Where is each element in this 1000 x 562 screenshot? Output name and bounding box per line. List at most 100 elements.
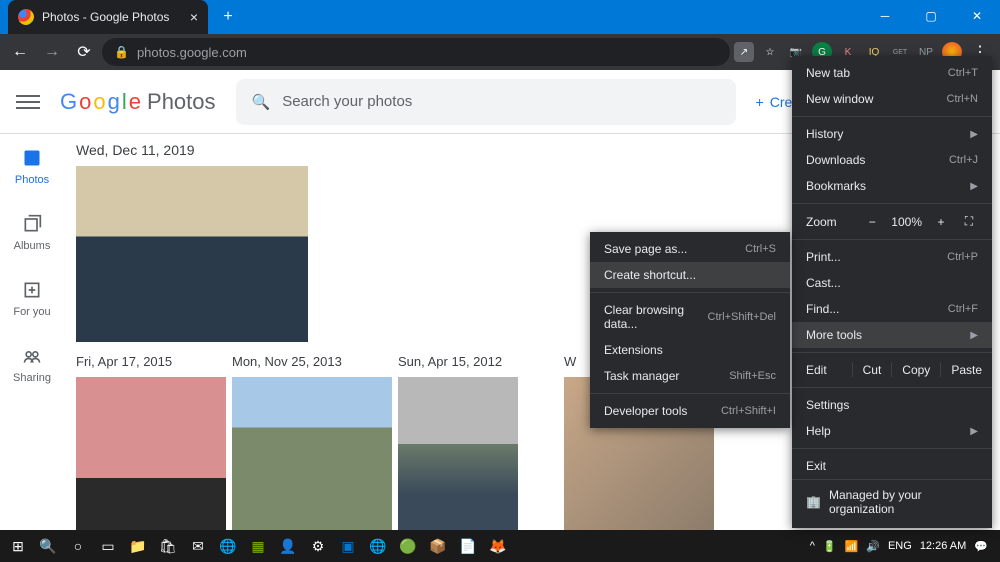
app-icon[interactable]: ▣: [334, 532, 362, 560]
main-menu-button[interactable]: [16, 90, 40, 114]
menu-downloads[interactable]: DownloadsCtrl+J: [792, 147, 992, 173]
explorer-icon[interactable]: 📁: [124, 532, 152, 560]
submenu-dev-tools[interactable]: Developer toolsCtrl+Shift+I: [590, 398, 790, 424]
submenu-clear-data[interactable]: Clear browsing data...Ctrl+Shift+Del: [590, 297, 790, 337]
tab-favicon: [18, 9, 34, 25]
clock[interactable]: 12:26 AM: [920, 540, 966, 552]
volume-icon[interactable]: 🔊: [866, 540, 880, 553]
share-icon[interactable]: ↗: [734, 42, 754, 62]
zoom-in-button[interactable]: +: [932, 215, 950, 229]
settings-icon[interactable]: ⚙: [304, 532, 332, 560]
window-controls: ─ ▢ ✕: [862, 0, 1000, 32]
docs-icon[interactable]: 📄: [454, 532, 482, 560]
firefox-icon[interactable]: 🦊: [484, 532, 512, 560]
sidebar-item-albums[interactable]: Albums: [0, 208, 64, 256]
sidebar-label: Sharing: [13, 372, 51, 384]
chrome-icon[interactable]: 🌐: [364, 532, 392, 560]
back-button[interactable]: ←: [6, 38, 34, 66]
url-field[interactable]: 🔒 photos.google.com: [102, 38, 730, 66]
photo-thumbnail[interactable]: [76, 166, 308, 342]
zoom-out-button[interactable]: −: [863, 215, 881, 229]
sidebar-item-foryou[interactable]: For you: [0, 274, 64, 322]
menu-new-tab[interactable]: New tabCtrl+T: [792, 60, 992, 86]
new-tab-button[interactable]: +: [214, 3, 242, 31]
submenu-save-page[interactable]: Save page as...Ctrl+S: [590, 236, 790, 262]
photos-icon: [20, 146, 44, 170]
photo-thumbnail[interactable]: [398, 377, 518, 530]
menu-history[interactable]: History▶: [792, 121, 992, 147]
edge-icon[interactable]: 🌐: [214, 532, 242, 560]
building-icon: 🏢: [806, 495, 821, 509]
search-button[interactable]: 🔍: [34, 532, 62, 560]
menu-exit[interactable]: Exit: [792, 453, 992, 479]
logo-text: Photos: [147, 89, 216, 115]
search-icon: 🔍: [252, 93, 271, 111]
date-header: Fri, Apr 17, 2015: [76, 354, 226, 369]
tray-up-icon[interactable]: ^: [810, 540, 815, 552]
bookmark-star-icon[interactable]: ☆: [760, 42, 780, 62]
browser-tab[interactable]: Photos - Google Photos ×: [8, 0, 208, 34]
menu-managed[interactable]: 🏢 Managed by your organization: [792, 479, 992, 524]
menu-paste[interactable]: Paste: [940, 363, 992, 377]
sidebar-label: For you: [13, 306, 50, 318]
menu-settings[interactable]: Settings: [792, 392, 992, 418]
menu-bookmarks[interactable]: Bookmarks▶: [792, 173, 992, 199]
maximize-button[interactable]: ▢: [908, 0, 954, 32]
sidebar-item-photos[interactable]: Photos: [0, 142, 64, 190]
foryou-icon: [20, 278, 44, 302]
menu-edit-row: Edit Cut Copy Paste: [792, 357, 992, 383]
store-icon[interactable]: 🛍: [154, 532, 182, 560]
search-input[interactable]: 🔍 Search your photos: [236, 79, 736, 125]
menu-find[interactable]: Find...Ctrl+F: [792, 296, 992, 322]
app-icon[interactable]: 👤: [274, 532, 302, 560]
task-view-icon[interactable]: ▭: [94, 532, 122, 560]
close-tab-icon[interactable]: ×: [190, 9, 198, 25]
sidebar-item-sharing[interactable]: Sharing: [0, 340, 64, 388]
close-window-button[interactable]: ✕: [954, 0, 1000, 32]
sidebar-label: Photos: [15, 174, 49, 186]
forward-button[interactable]: →: [38, 38, 66, 66]
menu-more-tools[interactable]: More tools▶: [792, 322, 992, 348]
menu-help[interactable]: Help▶: [792, 418, 992, 444]
cortana-icon[interactable]: ○: [64, 532, 92, 560]
date-header: Mon, Nov 25, 2013: [232, 354, 392, 369]
lang-indicator[interactable]: ENG: [888, 540, 912, 552]
wifi-icon[interactable]: 📶: [845, 540, 859, 553]
sidebar-label: Albums: [14, 240, 51, 252]
start-button[interactable]: ⊞: [4, 532, 32, 560]
menu-print[interactable]: Print...Ctrl+P: [792, 244, 992, 270]
submenu-create-shortcut[interactable]: Create shortcut...: [590, 262, 790, 288]
titlebar: Photos - Google Photos × + ─ ▢ ✕: [0, 0, 1000, 34]
menu-cast[interactable]: Cast...: [792, 270, 992, 296]
chevron-right-icon: ▶: [970, 426, 978, 437]
fullscreen-button[interactable]: ⛶: [960, 214, 978, 229]
menu-copy[interactable]: Copy: [891, 363, 940, 377]
taskbar: ⊞ 🔍 ○ ▭ 📁 🛍 ✉ 🌐 ▦ 👤 ⚙ ▣ 🌐 🟢 📦 📄 🦊 ^ 🔋 📶 …: [0, 530, 1000, 562]
chrome-menu: New tabCtrl+T New windowCtrl+N History▶ …: [792, 56, 992, 528]
menu-new-window[interactable]: New windowCtrl+N: [792, 86, 992, 112]
submenu-extensions[interactable]: Extensions: [590, 337, 790, 363]
menu-cut[interactable]: Cut: [852, 363, 892, 377]
chevron-right-icon: ▶: [970, 330, 978, 341]
reload-button[interactable]: ⟳: [70, 38, 98, 66]
url-text: photos.google.com: [137, 45, 247, 60]
tab-title: Photos - Google Photos: [42, 10, 169, 24]
sidebar: Photos Albums For you Sharing: [0, 134, 64, 388]
search-placeholder: Search your photos: [282, 93, 412, 110]
chevron-right-icon: ▶: [970, 181, 978, 192]
photo-thumbnail[interactable]: [232, 377, 392, 530]
minimize-button[interactable]: ─: [862, 0, 908, 32]
battery-icon[interactable]: 🔋: [823, 540, 837, 553]
menu-zoom: Zoom − 100% + ⛶: [792, 208, 992, 235]
mail-icon[interactable]: ✉: [184, 532, 212, 560]
more-tools-submenu: Save page as...Ctrl+S Create shortcut...…: [590, 232, 790, 428]
submenu-task-manager[interactable]: Task managerShift+Esc: [590, 363, 790, 389]
lock-icon: 🔒: [114, 45, 129, 59]
photo-thumbnail[interactable]: [76, 377, 226, 530]
notifications-icon[interactable]: 💬: [974, 540, 988, 553]
app-icon[interactable]: ▦: [244, 532, 272, 560]
app-icon[interactable]: 📦: [424, 532, 452, 560]
app-icon[interactable]: 🟢: [394, 532, 422, 560]
albums-icon: [20, 212, 44, 236]
google-photos-logo[interactable]: Google Photos: [60, 89, 216, 115]
